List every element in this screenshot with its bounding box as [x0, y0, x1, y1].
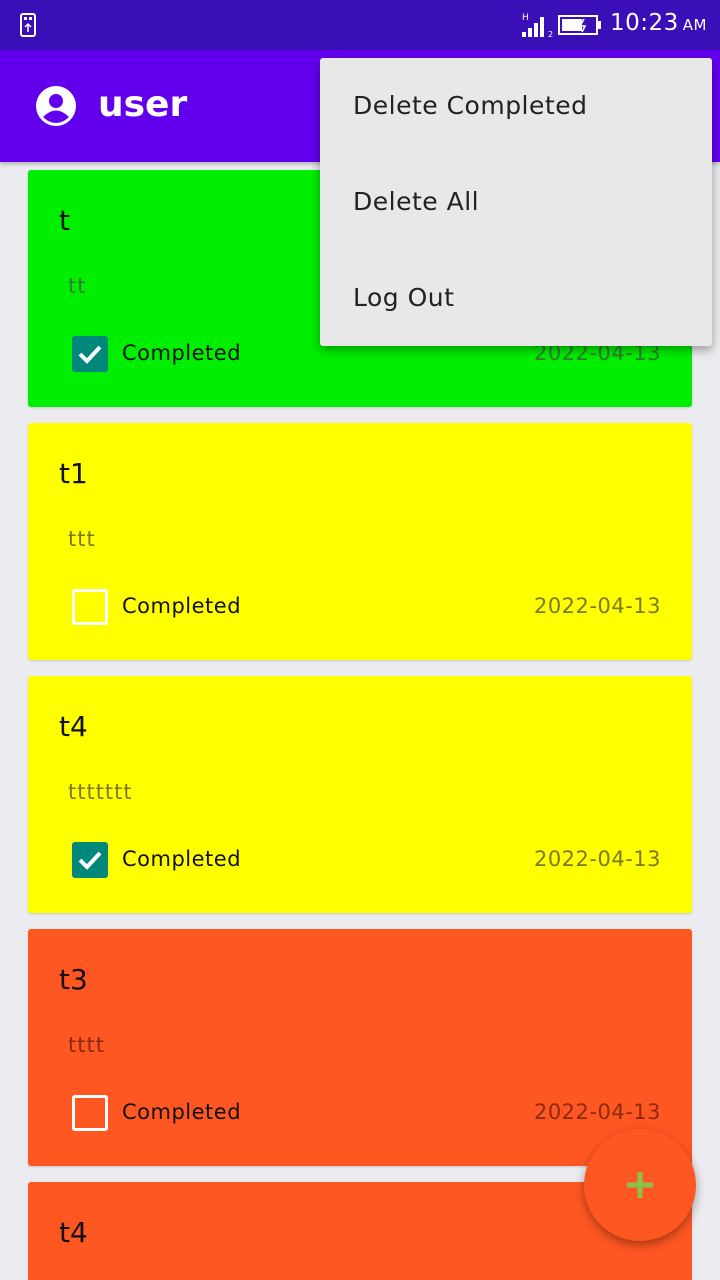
signal-icon: H 2: [522, 13, 553, 38]
app-title: user: [98, 84, 188, 125]
completed-label: Completed: [122, 847, 242, 871]
plus-icon: [627, 1172, 653, 1198]
task-card[interactable]: t4 ttttttt Completed 2022-04-13: [28, 676, 692, 913]
task-date: 2022-04-13: [533, 1100, 661, 1124]
account-circle-icon[interactable]: [34, 84, 78, 128]
status-ampm: AM: [682, 16, 707, 34]
add-task-button[interactable]: [584, 1129, 696, 1241]
status-bar: H 2 10:23 AM: [0, 0, 720, 50]
task-title: t1: [59, 457, 88, 490]
completed-checkbox[interactable]: [72, 1095, 108, 1131]
overflow-menu: Delete Completed Delete All Log Out: [320, 58, 712, 346]
menu-item-log-out[interactable]: Log Out: [320, 250, 712, 346]
task-title: t3: [59, 963, 88, 996]
task-date: 2022-04-13: [533, 594, 661, 618]
task-card[interactable]: t3 tttt Completed 2022-04-13: [28, 929, 692, 1166]
check-icon: [78, 851, 102, 870]
task-description: tt: [68, 274, 87, 298]
task-title: t4: [59, 1216, 88, 1249]
menu-item-delete-completed[interactable]: Delete Completed: [320, 58, 712, 154]
completed-checkbox[interactable]: [72, 336, 108, 372]
completed-label: Completed: [122, 341, 242, 365]
task-description: ttt: [68, 527, 96, 551]
task-title: t: [59, 204, 70, 237]
task-card[interactable]: t1 ttt Completed 2022-04-13: [28, 423, 692, 660]
completed-label: Completed: [122, 594, 242, 618]
check-icon: [78, 345, 102, 364]
task-description: ttttttt: [68, 780, 133, 804]
menu-item-delete-all[interactable]: Delete All: [320, 154, 712, 250]
task-date: 2022-04-13: [533, 847, 661, 871]
status-time-value: 10:23: [610, 10, 679, 36]
completed-checkbox[interactable]: [72, 842, 108, 878]
sim-slot-label: 2: [548, 30, 553, 38]
completed-checkbox[interactable]: [72, 589, 108, 625]
usb-icon: [20, 13, 36, 37]
task-title: t4: [59, 710, 88, 743]
task-description: tttt: [68, 1033, 105, 1057]
status-time: 10:23 AM: [610, 10, 707, 36]
network-type-label: H: [522, 13, 529, 23]
completed-label: Completed: [122, 1100, 242, 1124]
battery-icon: [558, 15, 601, 35]
